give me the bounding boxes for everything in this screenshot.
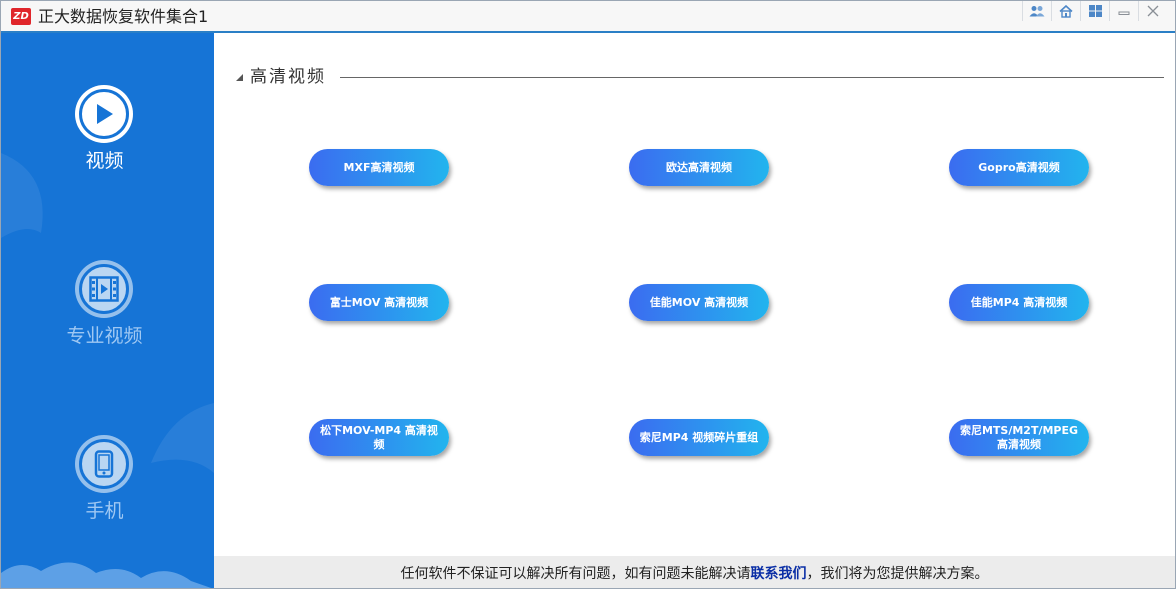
close-icon[interactable] <box>1138 1 1167 21</box>
main-panel: 高清视频 MXF高清视频 欧达高清视频 Gopro高清视频 富士MOV 高清视频… <box>214 33 1175 556</box>
fuji-mov-video-button[interactable]: 富士MOV 高清视频 <box>309 284 449 321</box>
app-logo: ZD <box>11 8 31 25</box>
home-icon[interactable] <box>1051 1 1080 21</box>
users-icon[interactable] <box>1022 1 1051 21</box>
panasonic-mov-mp4-video-button[interactable]: 松下MOV-MP4 高清视频 <box>309 419 449 456</box>
section-divider <box>340 77 1164 78</box>
sidebar-item-phone[interactable]: 手机 <box>1 435 214 555</box>
canon-mov-video-button[interactable]: 佳能MOV 高清视频 <box>629 284 769 321</box>
sidebar: 视频 专业视频 手机 <box>1 33 214 588</box>
status-prefix: 任何软件不保证可以解决所有问题，如有问题未能解决请 <box>400 565 751 582</box>
mxf-video-button[interactable]: MXF高清视频 <box>309 149 449 186</box>
status-suffix: ，我们将为您提供解决方案。 <box>806 565 989 582</box>
minimize-icon[interactable] <box>1109 1 1138 21</box>
app-window: ZD 正大数据恢复软件集合1 视频 专业视频 手机 高清视频 MXF高清视频 欧… <box>0 0 1176 589</box>
sidebar-item-label: 视频 <box>85 150 124 172</box>
nav-circle <box>75 260 133 318</box>
gopro-video-button[interactable]: Gopro高清视频 <box>949 149 1089 186</box>
sidebar-item-label: 手机 <box>85 500 124 522</box>
nav-circle <box>75 435 133 493</box>
window-controls <box>1022 1 1167 21</box>
canon-mp4-video-button[interactable]: 佳能MP4 高清视频 <box>949 284 1089 321</box>
section-header: 高清视频 <box>236 66 1164 88</box>
nav-circle <box>75 85 133 143</box>
collapse-triangle-icon[interactable] <box>236 74 243 81</box>
sidebar-item-pro-video[interactable]: 专业视频 <box>1 260 214 380</box>
title-bar[interactable]: ZD 正大数据恢复软件集合1 <box>1 1 1175 33</box>
sidebar-item-label: 专业视频 <box>66 325 143 347</box>
sony-mp4-fragment-button[interactable]: 索尼MP4 视频碎片重组 <box>629 419 769 456</box>
contact-us-link[interactable]: 联系我们 <box>751 563 807 583</box>
ouda-video-button[interactable]: 欧达高清视频 <box>629 149 769 186</box>
window-title: 正大数据恢复软件集合1 <box>38 7 209 26</box>
play-icon <box>97 104 113 124</box>
windows-icon[interactable] <box>1080 1 1109 21</box>
film-icon <box>89 276 119 302</box>
phone-icon <box>94 450 114 478</box>
sidebar-item-video[interactable]: 视频 <box>1 85 214 205</box>
section-title: 高清视频 <box>250 67 326 87</box>
status-bar: 任何软件不保证可以解决所有问题，如有问题未能解决请 联系我们 ，我们将为您提供解… <box>214 556 1175 588</box>
sony-mts-m2t-mpeg-video-button[interactable]: 索尼MTS/M2T/MPEG 高清视频 <box>949 419 1089 456</box>
